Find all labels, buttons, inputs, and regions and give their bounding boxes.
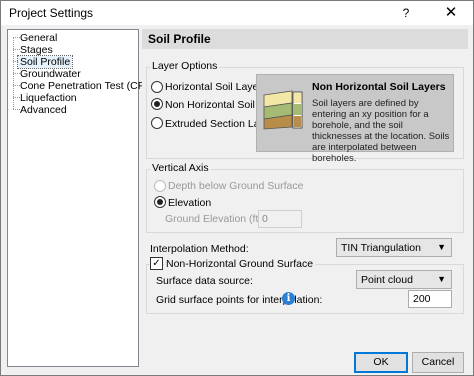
info-description: Soil layers are defined by entering an x… bbox=[312, 98, 450, 164]
layer-info-box: Non Horizontal Soil Layers Soil layers a… bbox=[256, 74, 454, 164]
info-title: Non Horizontal Soil Layers bbox=[312, 81, 446, 93]
sidebar-item-liquefaction[interactable]: Liquefaction bbox=[20, 92, 77, 104]
tree-connector bbox=[13, 97, 20, 98]
ok-button[interactable]: OK bbox=[354, 352, 408, 373]
radio-elevation[interactable] bbox=[154, 196, 166, 208]
sidebar-item-general[interactable]: General bbox=[20, 32, 57, 44]
tree-connector bbox=[13, 49, 20, 50]
soil-profile-panel: Soil Profile Layer Options Horizontal So… bbox=[142, 29, 468, 373]
page-title: Soil Profile bbox=[148, 32, 211, 46]
help-button[interactable]: ? bbox=[389, 2, 423, 24]
grid-surface-points-label: Grid surface points for interpolation: bbox=[156, 294, 323, 306]
radio-depth-below-ground[interactable] bbox=[154, 180, 166, 192]
non-horizontal-ground-checkbox[interactable]: ✓ bbox=[150, 257, 163, 270]
chevron-down-icon: ▼ bbox=[437, 274, 446, 284]
ground-elevation-value: 0 bbox=[262, 213, 268, 225]
non-horizontal-ground-label[interactable]: Non-Horizontal Ground Surface bbox=[164, 258, 316, 270]
grid-surface-points-field[interactable]: 200 bbox=[408, 290, 452, 308]
interpolation-method-select[interactable]: TIN Triangulation ▼ bbox=[336, 238, 452, 257]
radio-horizontal-layers-label[interactable]: Horizontal Soil Layers bbox=[165, 81, 267, 93]
radio-horizontal-layers[interactable] bbox=[151, 81, 163, 93]
soil-layers-icon bbox=[263, 90, 303, 130]
sidebar-item-cpt[interactable]: Cone Penetration Test (CPT) bbox=[20, 80, 155, 92]
sidebar-item-stages[interactable]: Stages bbox=[20, 44, 53, 56]
title-bar: Project Settings ? ✕ bbox=[1, 1, 473, 25]
chevron-down-icon: ▼ bbox=[437, 242, 446, 252]
close-button[interactable]: ✕ bbox=[431, 2, 471, 24]
panel-header: Soil Profile bbox=[142, 29, 468, 49]
vertical-axis-label: Vertical Axis bbox=[150, 162, 211, 174]
project-settings-dialog: Project Settings ? ✕ General Stages Soil… bbox=[0, 0, 474, 376]
radio-extruded-layers[interactable] bbox=[151, 117, 163, 129]
surface-data-source-label: Surface data source: bbox=[156, 275, 253, 287]
interpolation-method-label: Interpolation Method: bbox=[150, 243, 249, 255]
tree-connector bbox=[13, 73, 20, 74]
window-title: Project Settings bbox=[9, 6, 94, 20]
interpolation-method-value: TIN Triangulation bbox=[341, 242, 421, 254]
tree-connector bbox=[13, 37, 20, 38]
cancel-button[interactable]: Cancel bbox=[412, 352, 464, 373]
tree-connector bbox=[13, 85, 20, 86]
radio-depth-below-ground-label[interactable]: Depth below Ground Surface bbox=[168, 180, 303, 192]
ground-elevation-label: Ground Elevation (ft): bbox=[165, 213, 265, 225]
sidebar-item-groundwater[interactable]: Groundwater bbox=[20, 68, 81, 80]
surface-data-source-select[interactable]: Point cloud ▼ bbox=[356, 270, 452, 289]
sidebar-item-advanced[interactable]: Advanced bbox=[20, 104, 67, 116]
radio-non-horizontal-layers[interactable] bbox=[151, 98, 163, 110]
grid-surface-points-value: 200 bbox=[413, 293, 431, 305]
ground-elevation-field[interactable]: 0 bbox=[258, 210, 302, 228]
radio-elevation-label[interactable]: Elevation bbox=[168, 197, 211, 209]
layer-options-label: Layer Options bbox=[150, 60, 220, 72]
sidebar-item-soil-profile[interactable]: Soil Profile bbox=[16, 55, 74, 69]
tree-connector bbox=[13, 109, 20, 110]
surface-data-source-value: Point cloud bbox=[361, 274, 413, 286]
info-icon[interactable]: i bbox=[282, 292, 295, 305]
settings-tree[interactable]: General Stages Soil Profile Groundwater … bbox=[7, 29, 155, 367]
